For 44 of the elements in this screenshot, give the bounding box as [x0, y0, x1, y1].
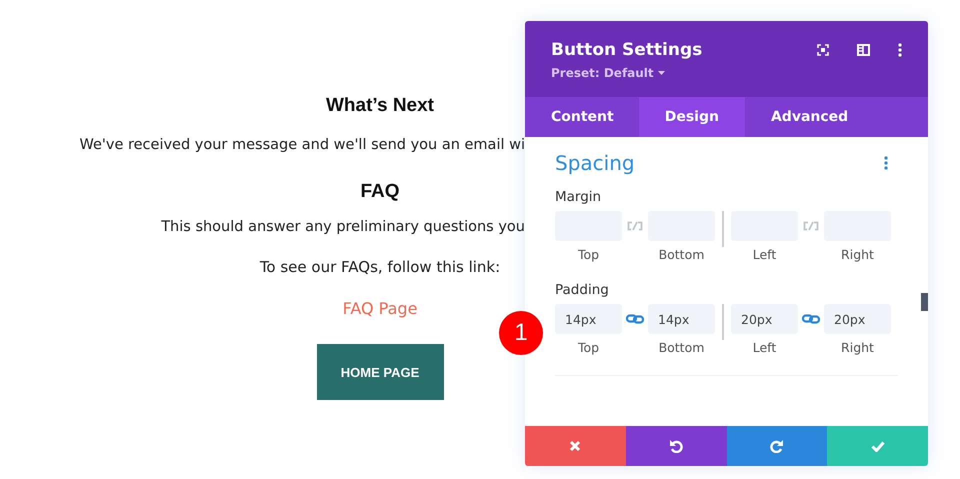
expand-icon[interactable]: [817, 44, 829, 56]
sidebar-icon[interactable]: [857, 44, 870, 56]
field-label: Top: [578, 340, 600, 355]
tab[interactable]: Content: [525, 97, 639, 137]
tab[interactable]: Design: [638, 97, 745, 137]
field-label: Bottom: [658, 340, 704, 355]
section-heading: FAQ: [360, 180, 400, 204]
unlink-icon[interactable]: [802, 221, 820, 231]
paragraph: This should answer any preliminary questions you: [161, 218, 525, 237]
redo-icon: [770, 439, 784, 453]
scrollbar-thumb[interactable]: [921, 293, 928, 311]
input-field[interactable]: 14px: [648, 304, 715, 334]
paragraph: We've received your message and we'll send you an email wi: [79, 136, 525, 155]
field-label: Left: [752, 247, 776, 262]
field-label: Left: [752, 340, 776, 355]
caret-icon: [658, 71, 665, 75]
undo-button[interactable]: [626, 426, 726, 466]
field-label: Top: [578, 247, 600, 262]
field-label: Margin: [555, 189, 602, 205]
section-title: Spacing: [555, 151, 635, 175]
close-icon: [569, 440, 582, 452]
more-icon[interactable]: [898, 43, 902, 57]
undo-icon: [669, 439, 684, 453]
input-field[interactable]: 20px: [731, 304, 798, 334]
preset-dropdown[interactable]: Preset: Default: [551, 66, 665, 80]
tab[interactable]: Advanced: [744, 97, 874, 137]
step-badge: 1: [499, 311, 543, 355]
unlink-icon[interactable]: [626, 221, 644, 231]
panel-title: Button Settings: [551, 40, 702, 60]
save-button[interactable]: [827, 426, 928, 466]
link-icon[interactable]: [626, 314, 644, 324]
more-icon[interactable]: [884, 156, 888, 170]
input-field[interactable]: 14px: [555, 304, 622, 334]
redo-button[interactable]: [726, 426, 828, 466]
paragraph: To see our FAQs, follow this link:: [260, 257, 500, 277]
field-label: Bottom: [658, 247, 704, 262]
input-field[interactable]: 20px: [824, 304, 891, 334]
home-page-button[interactable]: HOME PAGE: [316, 344, 444, 400]
field-label: Right: [841, 340, 874, 355]
checkmark-icon: [870, 440, 885, 452]
field-label: Right: [841, 247, 874, 262]
link-icon[interactable]: [802, 314, 820, 324]
field-label: Padding: [555, 282, 610, 298]
section-heading: What’s Next: [326, 94, 434, 118]
